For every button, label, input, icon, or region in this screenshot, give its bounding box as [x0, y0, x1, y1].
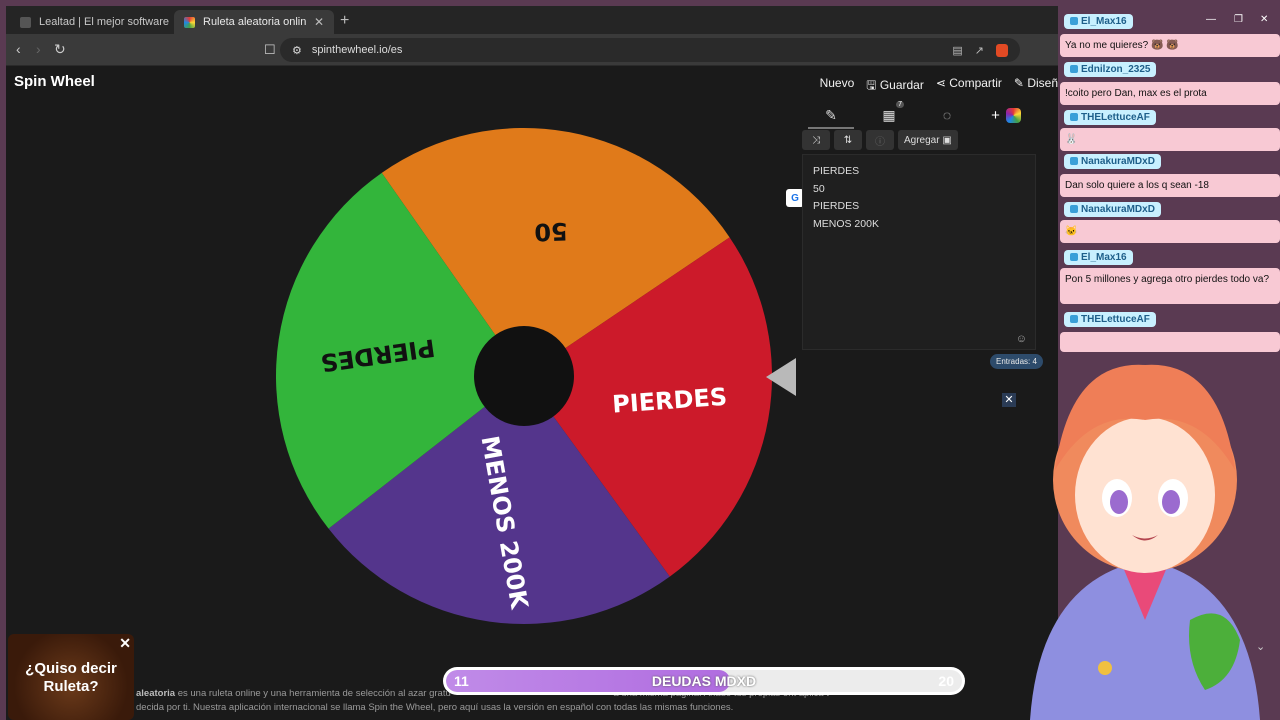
site-logo[interactable]: Spin Wheel [14, 73, 95, 90]
goal-progress-bar: 11 DEUDAS MDXD 20 [443, 667, 965, 695]
tab-lealtad[interactable]: Lealtad | El mejor software para pote [10, 10, 179, 34]
close-icon[interactable]: ✕ [119, 635, 131, 652]
spin-wheel[interactable]: 50PIERDESMENOS 200KPIERDES [274, 118, 774, 638]
editor-tabs: ✎ ▦ 7 ◌ + [802, 100, 1036, 129]
entry-line: PIERDES [813, 200, 860, 212]
results-badge: 7 [896, 100, 904, 108]
chat-message: 🐱 [1060, 220, 1280, 243]
url-text: spinthewheel.io/es [311, 44, 403, 56]
reader-icon[interactable]: ▤ [952, 44, 962, 57]
palette-icon[interactable] [1005, 108, 1021, 124]
top-nav: Nuevo 🖫 Guardar ⋖ Compartir ✎ Diseñ [820, 76, 1058, 97]
wheel-segment-label: 50 [534, 217, 568, 246]
nav-design[interactable]: ✎ Diseñ [1014, 76, 1058, 97]
editor-tools: ⤨ ⇅ ⓘ Agregar ▣ [802, 130, 958, 150]
chat-message: Pon 5 millones y agrega otro pierdes tod… [1060, 268, 1280, 304]
description-bold: aleatoria [136, 688, 176, 699]
user-badge-icon [1070, 113, 1078, 122]
chat-username: THELettuceAF [1064, 110, 1156, 125]
roulette-alert: ✕ ¿Quiso decir Ruleta? [8, 634, 134, 720]
roulette-alert-text: ¿Quiso decir Ruleta? [25, 660, 117, 695]
browser-window: Lealtad | El mejor software para pote Ru… [6, 6, 1058, 720]
bookmark-icon[interactable]: ☐ [264, 42, 276, 58]
chevron-down-icon[interactable]: ⌄ [1256, 640, 1265, 653]
user-badge-icon [1070, 205, 1078, 214]
chat-username: El_Max16 [1064, 250, 1133, 265]
close-tab-icon[interactable]: ✕ [314, 15, 324, 29]
entries-textarea[interactable]: PIERDES 50 PIERDES MENOS 200K ☺ [802, 154, 1036, 350]
progress-track: 11 DEUDAS MDXD 20 [446, 670, 962, 692]
page-content: Spin Wheel Nuevo 🖫 Guardar ⋖ Compartir ✎… [6, 66, 1058, 720]
site-info-icon[interactable]: ⚙ [292, 44, 302, 57]
forward-icon[interactable]: › [36, 41, 41, 57]
chat-username-text: NanakuraMDxD [1081, 204, 1155, 215]
chat-username-text: El_Max16 [1081, 16, 1127, 27]
nav-new[interactable]: Nuevo [820, 76, 855, 97]
chat-username: NanakuraMDxD [1064, 154, 1161, 169]
close-overlay-icon[interactable]: ✕ [1002, 393, 1016, 407]
tab-edit-icon[interactable]: ✎ [802, 107, 860, 129]
wheel-pointer [766, 358, 796, 396]
vtuber-avatar [1030, 364, 1260, 720]
reload-icon[interactable]: ↻ [54, 41, 66, 58]
chat-message: !coito pero Dan, max es el prota [1060, 82, 1280, 105]
user-badge-icon [1070, 253, 1078, 262]
tab-ruleta[interactable]: Ruleta aleatoria online – ruleta d ✕ [174, 10, 334, 34]
description-line: es una ruleta online y una herramienta d… [175, 688, 451, 699]
chat-message: Dan solo quiere a los q sean -18 [1060, 174, 1280, 197]
add-wheel-button[interactable]: + [976, 107, 1036, 124]
chat-message: 🐰 [1060, 128, 1280, 151]
progress-end-label: 20 [938, 673, 954, 689]
chat-username-text: Ednilzon_2325 [1081, 64, 1151, 75]
shuffle-button[interactable]: ⤨ [802, 130, 830, 150]
tab-favicon-icon [20, 16, 31, 28]
chat-username: NanakuraMDxD [1064, 202, 1161, 217]
address-bar[interactable]: ⚙ spinthewheel.io/es ▤ ↗ [280, 38, 1020, 62]
sort-button[interactable]: ⇅ [834, 130, 862, 150]
user-badge-icon [1070, 65, 1078, 74]
stream-chat: Ya no me quieres? 🐻 🐻 El_Max16 !coito pero… [1058, 0, 1280, 360]
info-button[interactable]: ⓘ [866, 130, 894, 150]
chat-username-text: NanakuraMDxD [1081, 156, 1155, 167]
user-badge-icon [1070, 157, 1078, 166]
tab-title: Ruleta aleatoria online – ruleta d [203, 16, 306, 28]
entry-line: PIERDES [813, 165, 860, 177]
progress-title: DEUDAS MDXD [651, 673, 757, 689]
new-tab-icon[interactable]: + [340, 12, 349, 30]
nav-save[interactable]: 🖫 Guardar [866, 76, 924, 97]
nav-share-label: Compartir [949, 76, 1002, 90]
add-image-button[interactable]: Agregar ▣ [898, 130, 958, 150]
tab-bar: Lealtad | El mejor software para pote Ru… [6, 6, 1058, 34]
entries-editor: ✎ ▦ 7 ◌ + ⤨ ⇅ ⓘ Agregar ▣ PIERDES 50 PIER… [802, 100, 1043, 392]
browser-toolbar: ‹ › ↻ ☐ ⚙ spinthewheel.io/es ▤ ↗ [6, 34, 1058, 66]
nav-design-label: Diseñ [1027, 76, 1058, 90]
description-line: decida por ti. Nuestra aplicación intern… [136, 702, 734, 713]
add-image-label: Agregar [904, 134, 940, 146]
wheel-hub[interactable] [474, 326, 574, 426]
nav-save-label: Guardar [879, 78, 924, 92]
entry-line: MENOS 200K [813, 217, 879, 230]
chat-username-text: THELettuceAF [1081, 112, 1150, 123]
plus-icon: + [991, 106, 1000, 124]
tab-title: Lealtad | El mejor software para pote [39, 16, 169, 28]
chat-username: El_Max16 [1064, 14, 1133, 29]
user-badge-icon [1070, 17, 1078, 26]
share-icon[interactable]: ↗ [975, 44, 984, 57]
back-icon[interactable]: ‹ [16, 41, 21, 57]
brave-shield-icon[interactable] [996, 43, 1008, 57]
tab-results-icon[interactable]: ▦ 7 [860, 100, 918, 124]
tab-favicon-icon [184, 16, 195, 28]
entry-line: 50 [813, 182, 825, 195]
chat-message: Ya no me quieres? 🐻 🐻 [1060, 34, 1280, 57]
tab-hide-icon[interactable]: ◌ [918, 107, 976, 123]
nav-share[interactable]: ⋖ Compartir [936, 76, 1002, 97]
chat-username: Ednilzon_2325 [1064, 62, 1157, 77]
chat-username-text: El_Max16 [1081, 252, 1127, 263]
